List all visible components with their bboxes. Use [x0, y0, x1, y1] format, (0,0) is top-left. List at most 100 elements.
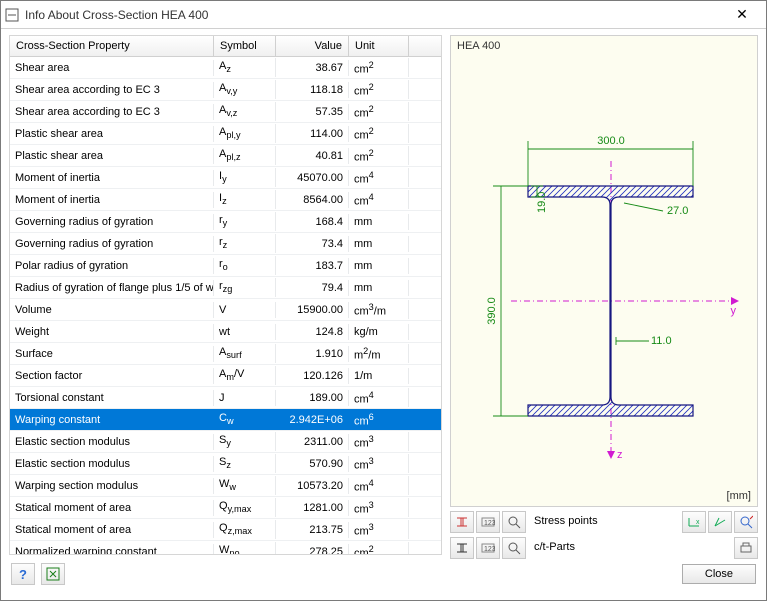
label-stress-points: Stress points — [528, 511, 604, 533]
cell-symbol: Av,z — [214, 102, 276, 120]
cell-value: 45070.00 — [276, 170, 349, 186]
cell-value: 278.25 — [276, 544, 349, 555]
btn-zoom2-icon[interactable] — [502, 537, 526, 559]
table-row[interactable]: VolumeV15900.00cm3/m — [10, 299, 441, 321]
cell-property: Moment of inertia — [10, 192, 214, 208]
cell-value: 40.81 — [276, 148, 349, 164]
table-row[interactable]: Torsional constantJ189.00cm4 — [10, 387, 441, 409]
cell-symbol: Cw — [214, 410, 276, 428]
cell-unit: cm2 — [349, 146, 409, 166]
btn-print-icon[interactable] — [734, 511, 758, 533]
cell-unit: cm4 — [349, 168, 409, 188]
cell-symbol: Az — [214, 58, 276, 76]
table-row[interactable]: Plastic shear areaApl,z40.81cm2 — [10, 145, 441, 167]
cell-unit: cm3 — [349, 454, 409, 474]
preview-label: HEA 400 — [457, 40, 500, 52]
help-button[interactable]: ? — [11, 563, 35, 585]
cell-symbol: Iy — [214, 168, 276, 186]
table-row[interactable]: Statical moment of areaQy,max1281.00cm3 — [10, 497, 441, 519]
cell-symbol: J — [214, 390, 276, 406]
cell-symbol: Sy — [214, 432, 276, 450]
cell-property: Surface — [10, 346, 214, 362]
preview-unit-note: [mm] — [727, 490, 751, 502]
cell-property: Governing radius of gyration — [10, 236, 214, 252]
cell-value: 2.942E+06 — [276, 412, 349, 428]
close-button[interactable]: Close — [682, 564, 756, 584]
export-excel-button[interactable] — [41, 563, 65, 585]
cell-value: 15900.00 — [276, 302, 349, 318]
section-preview[interactable]: HEA 400 [mm] y z — [450, 35, 758, 507]
cell-symbol: Qy,max — [214, 498, 276, 516]
cell-symbol: ro — [214, 256, 276, 274]
table-row[interactable]: Weightwt124.8kg/m — [10, 321, 441, 343]
dim-web: 11.0 — [651, 335, 672, 347]
cell-unit: mm — [349, 280, 409, 296]
table-row[interactable]: Governing radius of gyrationry168.4mm — [10, 211, 441, 233]
table-row[interactable]: Governing radius of gyrationrz73.4mm — [10, 233, 441, 255]
table-row[interactable]: Elastic section modulusSz570.90cm3 — [10, 453, 441, 475]
cell-value: 8564.00 — [276, 192, 349, 208]
table-row[interactable]: Moment of inertiaIy45070.00cm4 — [10, 167, 441, 189]
btn-axes-tool-icon[interactable] — [708, 511, 732, 533]
cell-value: 183.7 — [276, 258, 349, 274]
cell-value: 570.90 — [276, 456, 349, 472]
table-row[interactable]: Radius of gyration of flange plus 1/5 of… — [10, 277, 441, 299]
preview-toolbar-row2: 123 c/t-Parts — [450, 533, 758, 559]
col-header-symbol[interactable]: Symbol — [214, 36, 276, 56]
btn-values2-icon[interactable]: 123 — [476, 537, 500, 559]
col-header-property[interactable]: Cross-Section Property — [10, 36, 214, 56]
svg-text:123: 123 — [484, 520, 495, 527]
cell-symbol: Wno — [214, 542, 276, 554]
cell-unit: cm4 — [349, 190, 409, 210]
properties-panel: Cross-Section Property Symbol Value Unit… — [9, 35, 442, 559]
dialog-footer: ? Close — [1, 559, 766, 591]
cell-value: 114.00 — [276, 126, 349, 142]
cell-unit: cm4 — [349, 476, 409, 496]
btn-red-section-icon[interactable] — [450, 511, 474, 533]
col-header-value[interactable]: Value — [276, 36, 349, 56]
btn-black-section-icon[interactable] — [450, 537, 474, 559]
table-row[interactable]: SurfaceAsurf1.910m2/m — [10, 343, 441, 365]
cell-value: 120.126 — [276, 368, 349, 384]
dim-flange: 19.0 — [536, 192, 548, 213]
cell-unit: cm3 — [349, 520, 409, 540]
cell-symbol: Sz — [214, 454, 276, 472]
label-ct-parts: c/t-Parts — [528, 537, 581, 559]
table-row[interactable]: Warping section modulusWw10573.20cm4 — [10, 475, 441, 497]
cell-property: Statical moment of area — [10, 522, 214, 538]
cell-value: 213.75 — [276, 522, 349, 538]
btn-axes-xy-icon[interactable]: x — [682, 511, 706, 533]
cell-unit: cm2 — [349, 80, 409, 100]
table-body[interactable]: Shear areaAz38.67cm2Shear area according… — [10, 57, 441, 554]
table-row[interactable]: Warping constantCw2.942E+06cm6 — [10, 409, 441, 431]
cell-property: Warping constant — [10, 412, 214, 428]
cell-property: Torsional constant — [10, 390, 214, 406]
btn-printer-icon[interactable] — [734, 537, 758, 559]
cell-property: Shear area — [10, 60, 214, 76]
table-row[interactable]: Shear area according to EC 3Av,y118.18cm… — [10, 79, 441, 101]
cell-property: Section factor — [10, 368, 214, 384]
cell-property: Polar radius of gyration — [10, 258, 214, 274]
table-row[interactable]: Plastic shear areaApl,y114.00cm2 — [10, 123, 441, 145]
cell-value: 38.67 — [276, 60, 349, 76]
table-row[interactable]: Moment of inertiaIz8564.00cm4 — [10, 189, 441, 211]
dim-height: 390.0 — [486, 297, 498, 325]
col-header-unit[interactable]: Unit — [349, 36, 409, 56]
cell-property: Volume — [10, 302, 214, 318]
table-row[interactable]: Elastic section modulusSy2311.00cm3 — [10, 431, 441, 453]
table-row[interactable]: Shear areaAz38.67cm2 — [10, 57, 441, 79]
table-row[interactable]: Section factorAm/V120.1261/m — [10, 365, 441, 387]
btn-values-icon[interactable]: 123 — [476, 511, 500, 533]
cell-property: Elastic section modulus — [10, 456, 214, 472]
table-row[interactable]: Normalized warping constantWno278.25cm2 — [10, 541, 441, 554]
window-close-button[interactable]: ✕ — [722, 2, 762, 28]
preview-toolbar-row1: 123 Stress points x — [450, 507, 758, 533]
cell-unit: cm2 — [349, 102, 409, 122]
cell-value: 118.18 — [276, 82, 349, 98]
table-row[interactable]: Statical moment of areaQz,max213.75cm3 — [10, 519, 441, 541]
table-row[interactable]: Shear area according to EC 3Av,z57.35cm2 — [10, 101, 441, 123]
cell-property: Warping section modulus — [10, 478, 214, 494]
btn-zoom-icon[interactable] — [502, 511, 526, 533]
table-row[interactable]: Polar radius of gyrationro183.7mm — [10, 255, 441, 277]
cell-symbol: Qz,max — [214, 520, 276, 538]
